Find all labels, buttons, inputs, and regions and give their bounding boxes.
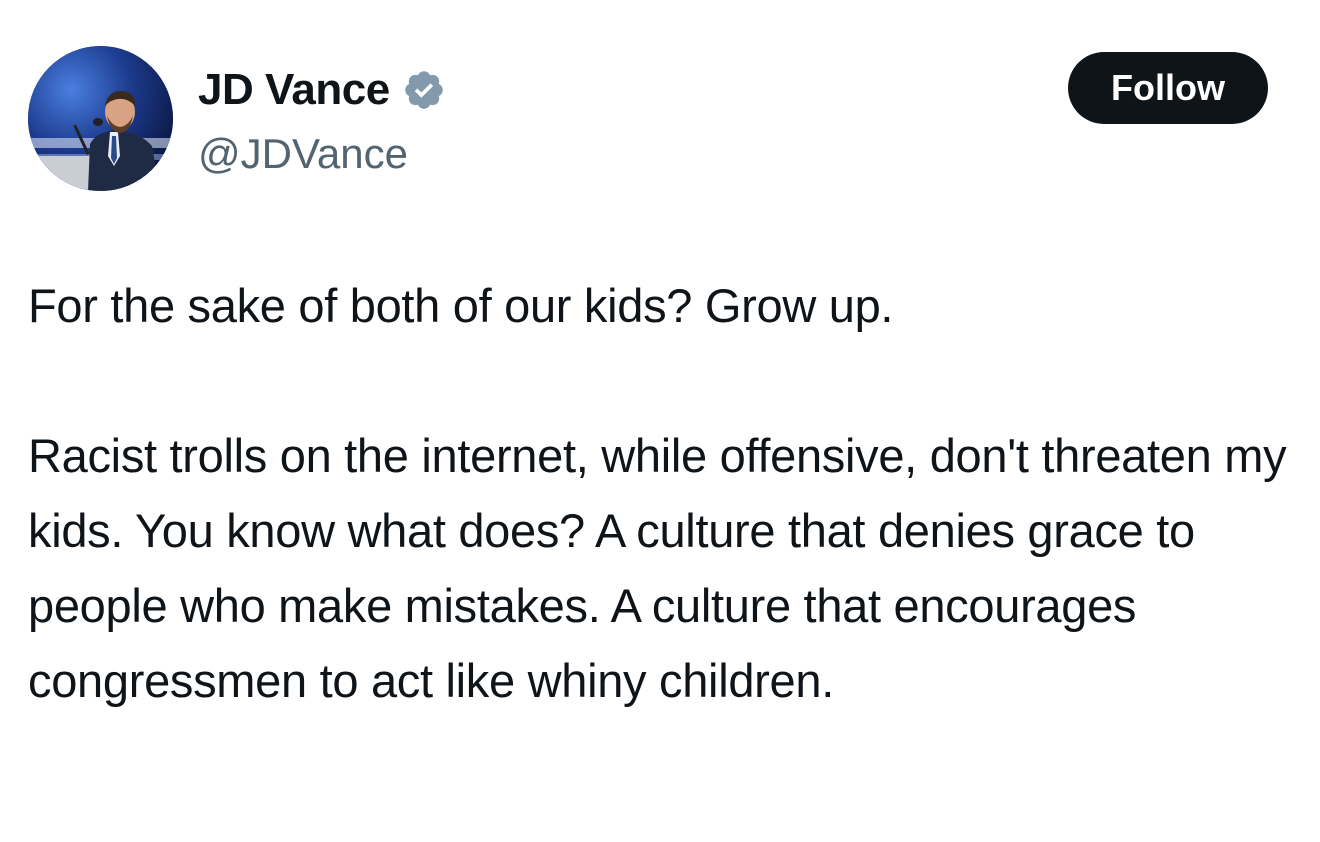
- tweet-paragraph: For the sake of both of our kids? Grow u…: [28, 279, 894, 332]
- name-row: JD Vance: [198, 60, 446, 120]
- handle[interactable]: @JDVance: [198, 124, 446, 184]
- follow-button[interactable]: Follow: [1068, 52, 1268, 124]
- tweet-text: For the sake of both of our kids? Grow u…: [28, 268, 1288, 718]
- avatar-photo: [28, 46, 173, 191]
- avatar[interactable]: [28, 46, 173, 191]
- verified-badge-icon[interactable]: [402, 68, 446, 112]
- tweet-card: JD Vance @JDVance Follow For the sake of…: [0, 0, 1320, 842]
- author-info: JD Vance @JDVance: [198, 60, 446, 184]
- display-name[interactable]: JD Vance: [198, 60, 390, 120]
- tweet-paragraph: Racist trolls on the internet, while off…: [28, 429, 1287, 707]
